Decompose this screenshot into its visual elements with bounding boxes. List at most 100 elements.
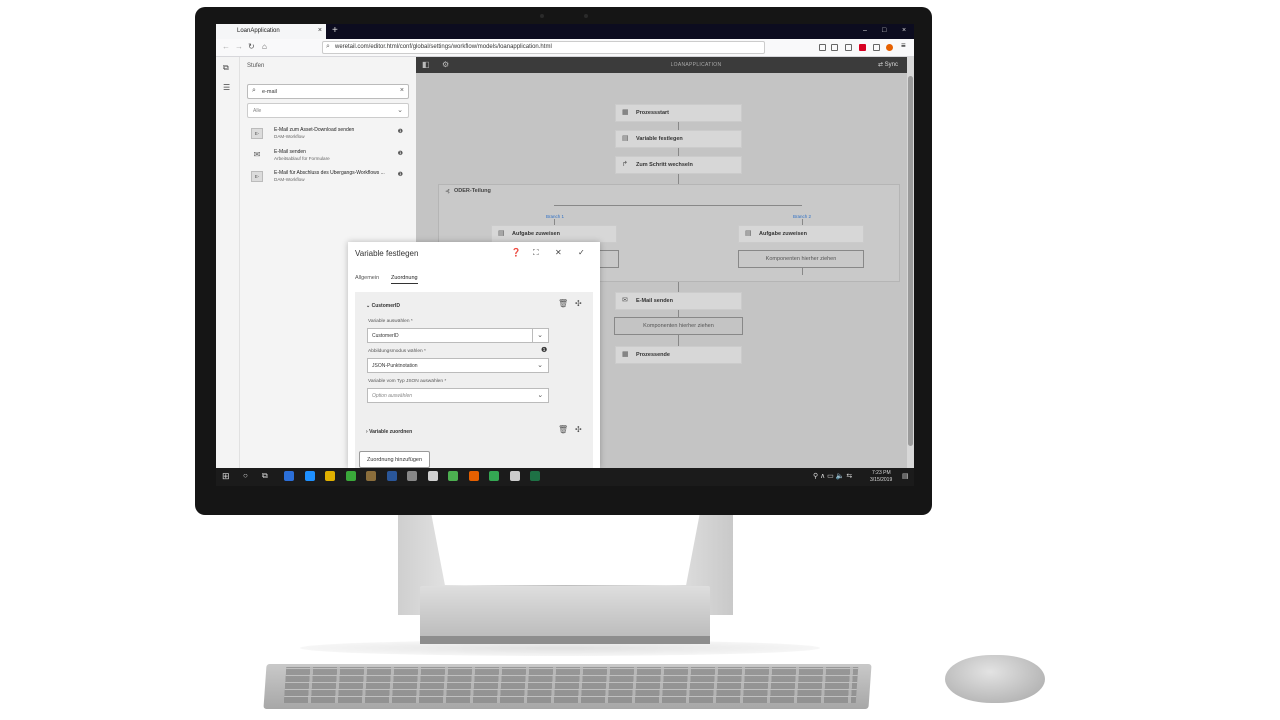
- step-category: DAM-Workflow: [274, 177, 305, 182]
- taskbar-app-icon[interactable]: [345, 471, 356, 481]
- tab-close-icon[interactable]: ×: [318, 27, 322, 34]
- clock-time[interactable]: 7:23 PM: [872, 470, 891, 476]
- trash-icon[interactable]: 🗑: [558, 299, 568, 308]
- search-input[interactable]: ⌕ e-mail ×: [247, 84, 409, 99]
- variable-icon: ▤: [622, 135, 629, 142]
- json-variable-select[interactable]: Option auswählen ⌄: [367, 388, 549, 403]
- close-window-icon[interactable]: ×: [902, 27, 906, 34]
- json-placeholder: Option auswählen: [372, 393, 413, 399]
- taskbar-app-icon[interactable]: [489, 471, 499, 481]
- node-assign-task[interactable]: ▤ Aufgabe zuweisen: [738, 225, 864, 243]
- close-icon[interactable]: ✕: [555, 248, 562, 257]
- confirm-check-icon[interactable]: ✓: [578, 248, 585, 257]
- node-process-start[interactable]: ▦ Prozessstart: [615, 104, 742, 122]
- list-icon[interactable]: ☰: [223, 83, 230, 92]
- add-mapping-button[interactable]: Zuordnung hinzufügen: [359, 451, 430, 468]
- email-step-icon: E-: [251, 171, 263, 182]
- section-map-variable[interactable]: › Variable zuordnen: [366, 429, 412, 435]
- library-icon[interactable]: [819, 44, 826, 51]
- flag-grid-icon: ▦: [622, 109, 629, 116]
- sidebar-icon[interactable]: [831, 44, 838, 51]
- node-set-variable[interactable]: ▤ Variable festlegen: [615, 130, 742, 148]
- reader-icon[interactable]: [845, 44, 852, 51]
- taskbar-app-icon[interactable]: [325, 471, 335, 481]
- drop-zone[interactable]: Komponenten hierher ziehen: [614, 317, 743, 335]
- system-tray-icons[interactable]: ⚲ ∧ ▭ 🔈 ⇆: [813, 472, 852, 480]
- sync-button[interactable]: ⇄ Sync: [878, 61, 898, 68]
- mode-value: JSON-Punktnotation: [372, 363, 418, 369]
- url-search-icon: ⌕: [326, 43, 330, 50]
- back-icon[interactable]: ←: [222, 42, 230, 51]
- taskbar-app-icon[interactable]: [386, 471, 397, 481]
- step-item[interactable]: E- E-Mail für Abschluss des Übergangs-Wo…: [247, 168, 409, 188]
- search-icon: ⌕: [252, 87, 256, 94]
- new-tab-button[interactable]: +: [332, 25, 338, 36]
- drop-zone[interactable]: Komponenten hierher ziehen: [738, 250, 864, 268]
- firefox-account-icon[interactable]: [886, 44, 893, 51]
- node-process-end[interactable]: ▦ Prozessende: [615, 346, 742, 364]
- taskbar-app-icon[interactable]: [304, 471, 315, 481]
- task-view-icon[interactable]: ⧉: [262, 471, 268, 481]
- section-title: Variable zuordnen: [369, 429, 413, 435]
- scrollbar-thumb[interactable]: [908, 76, 913, 446]
- step-item[interactable]: E- E-Mail zum Asset-Download senden DAM-…: [247, 125, 409, 145]
- task-icon: ▤: [745, 230, 752, 237]
- addon-icon[interactable]: [859, 44, 866, 51]
- envelope-icon: ✉: [253, 150, 261, 159]
- mode-select[interactable]: JSON-Punktnotation ⌄: [367, 358, 549, 373]
- node-send-email[interactable]: ✉ E-Mail senden: [615, 292, 742, 310]
- tab-mapping[interactable]: Zuordnung: [391, 275, 418, 284]
- clock-date[interactable]: 3/15/2019: [870, 477, 892, 483]
- maximize-icon[interactable]: □: [882, 27, 886, 34]
- taskbar-app-icon[interactable]: [284, 471, 294, 481]
- fullscreen-icon[interactable]: ⛶: [533, 248, 539, 258]
- move-icon[interactable]: ✣: [575, 425, 582, 434]
- info-icon[interactable]: ❶: [398, 128, 403, 135]
- panel-toggle-icon[interactable]: ◧: [422, 60, 430, 69]
- tab-general[interactable]: Allgemein: [355, 275, 379, 281]
- copy-icon[interactable]: ⧉: [223, 63, 229, 73]
- taskbar-app-icon[interactable]: [427, 471, 438, 481]
- node-assign-task[interactable]: ▤ Aufgabe zuweisen: [491, 225, 617, 243]
- taskbar-app-icon[interactable]: [366, 471, 376, 481]
- step-name: E-Mail senden: [274, 149, 306, 155]
- chevron-down-icon: ⌄: [397, 107, 403, 114]
- trash-icon[interactable]: 🗑: [558, 425, 568, 434]
- filter-select[interactable]: Alle ⌄: [247, 103, 409, 118]
- node-label: Variable festlegen: [636, 136, 683, 142]
- taskbar-app-icon[interactable]: [509, 471, 520, 481]
- forward-icon[interactable]: →: [235, 42, 243, 51]
- info-icon[interactable]: ❶: [398, 171, 403, 178]
- notification-icon[interactable]: ▤: [902, 472, 909, 480]
- menu-icon[interactable]: ≡: [901, 41, 908, 50]
- browser-tab[interactable]: LoanApplication ×: [216, 24, 326, 39]
- minimize-icon[interactable]: –: [863, 27, 867, 34]
- sync-label: Sync: [884, 62, 898, 68]
- url-bar[interactable]: ⌕ weretail.com/editor.html/conf/global/s…: [322, 41, 765, 54]
- variable-select[interactable]: CustomerID ⌄: [367, 328, 549, 343]
- clear-icon[interactable]: ×: [400, 87, 404, 94]
- home-icon[interactable]: ⌂: [262, 42, 267, 51]
- section-customerid[interactable]: ⌄ CustomerID: [366, 303, 400, 309]
- variable-value: CustomerID: [372, 333, 399, 339]
- step-item[interactable]: ✉ E-Mail senden Arbeitsablauf für Formul…: [247, 147, 409, 167]
- reload-icon[interactable]: ↻: [248, 42, 255, 51]
- cortana-icon[interactable]: ○: [243, 471, 248, 480]
- settings-sliders-icon[interactable]: ⚙: [442, 60, 449, 69]
- taskbar-app-icon[interactable]: [448, 471, 458, 481]
- windows-start-icon[interactable]: ⊞: [222, 471, 230, 482]
- taskbar-app-icon[interactable]: [407, 471, 417, 481]
- connector: [678, 335, 679, 346]
- move-icon[interactable]: ✣: [575, 299, 582, 308]
- taskbar-app-icon[interactable]: [468, 471, 479, 481]
- node-label: Aufgabe zuweisen: [512, 231, 560, 237]
- extension-icon[interactable]: [873, 44, 880, 51]
- info-icon[interactable]: ❶: [541, 346, 547, 354]
- info-icon[interactable]: ❶: [398, 150, 403, 157]
- node-goto-step[interactable]: ↱ Zum Schritt wechseln: [615, 156, 742, 174]
- section-title: CustomerID: [371, 303, 400, 309]
- screen: LoanApplication × + – □ × ← → ↻ ⌂ ⌕ were…: [216, 24, 914, 468]
- help-icon[interactable]: ❓: [511, 248, 521, 257]
- taskbar-app-icon[interactable]: [530, 471, 540, 481]
- node-label: Zum Schritt wechseln: [636, 162, 693, 168]
